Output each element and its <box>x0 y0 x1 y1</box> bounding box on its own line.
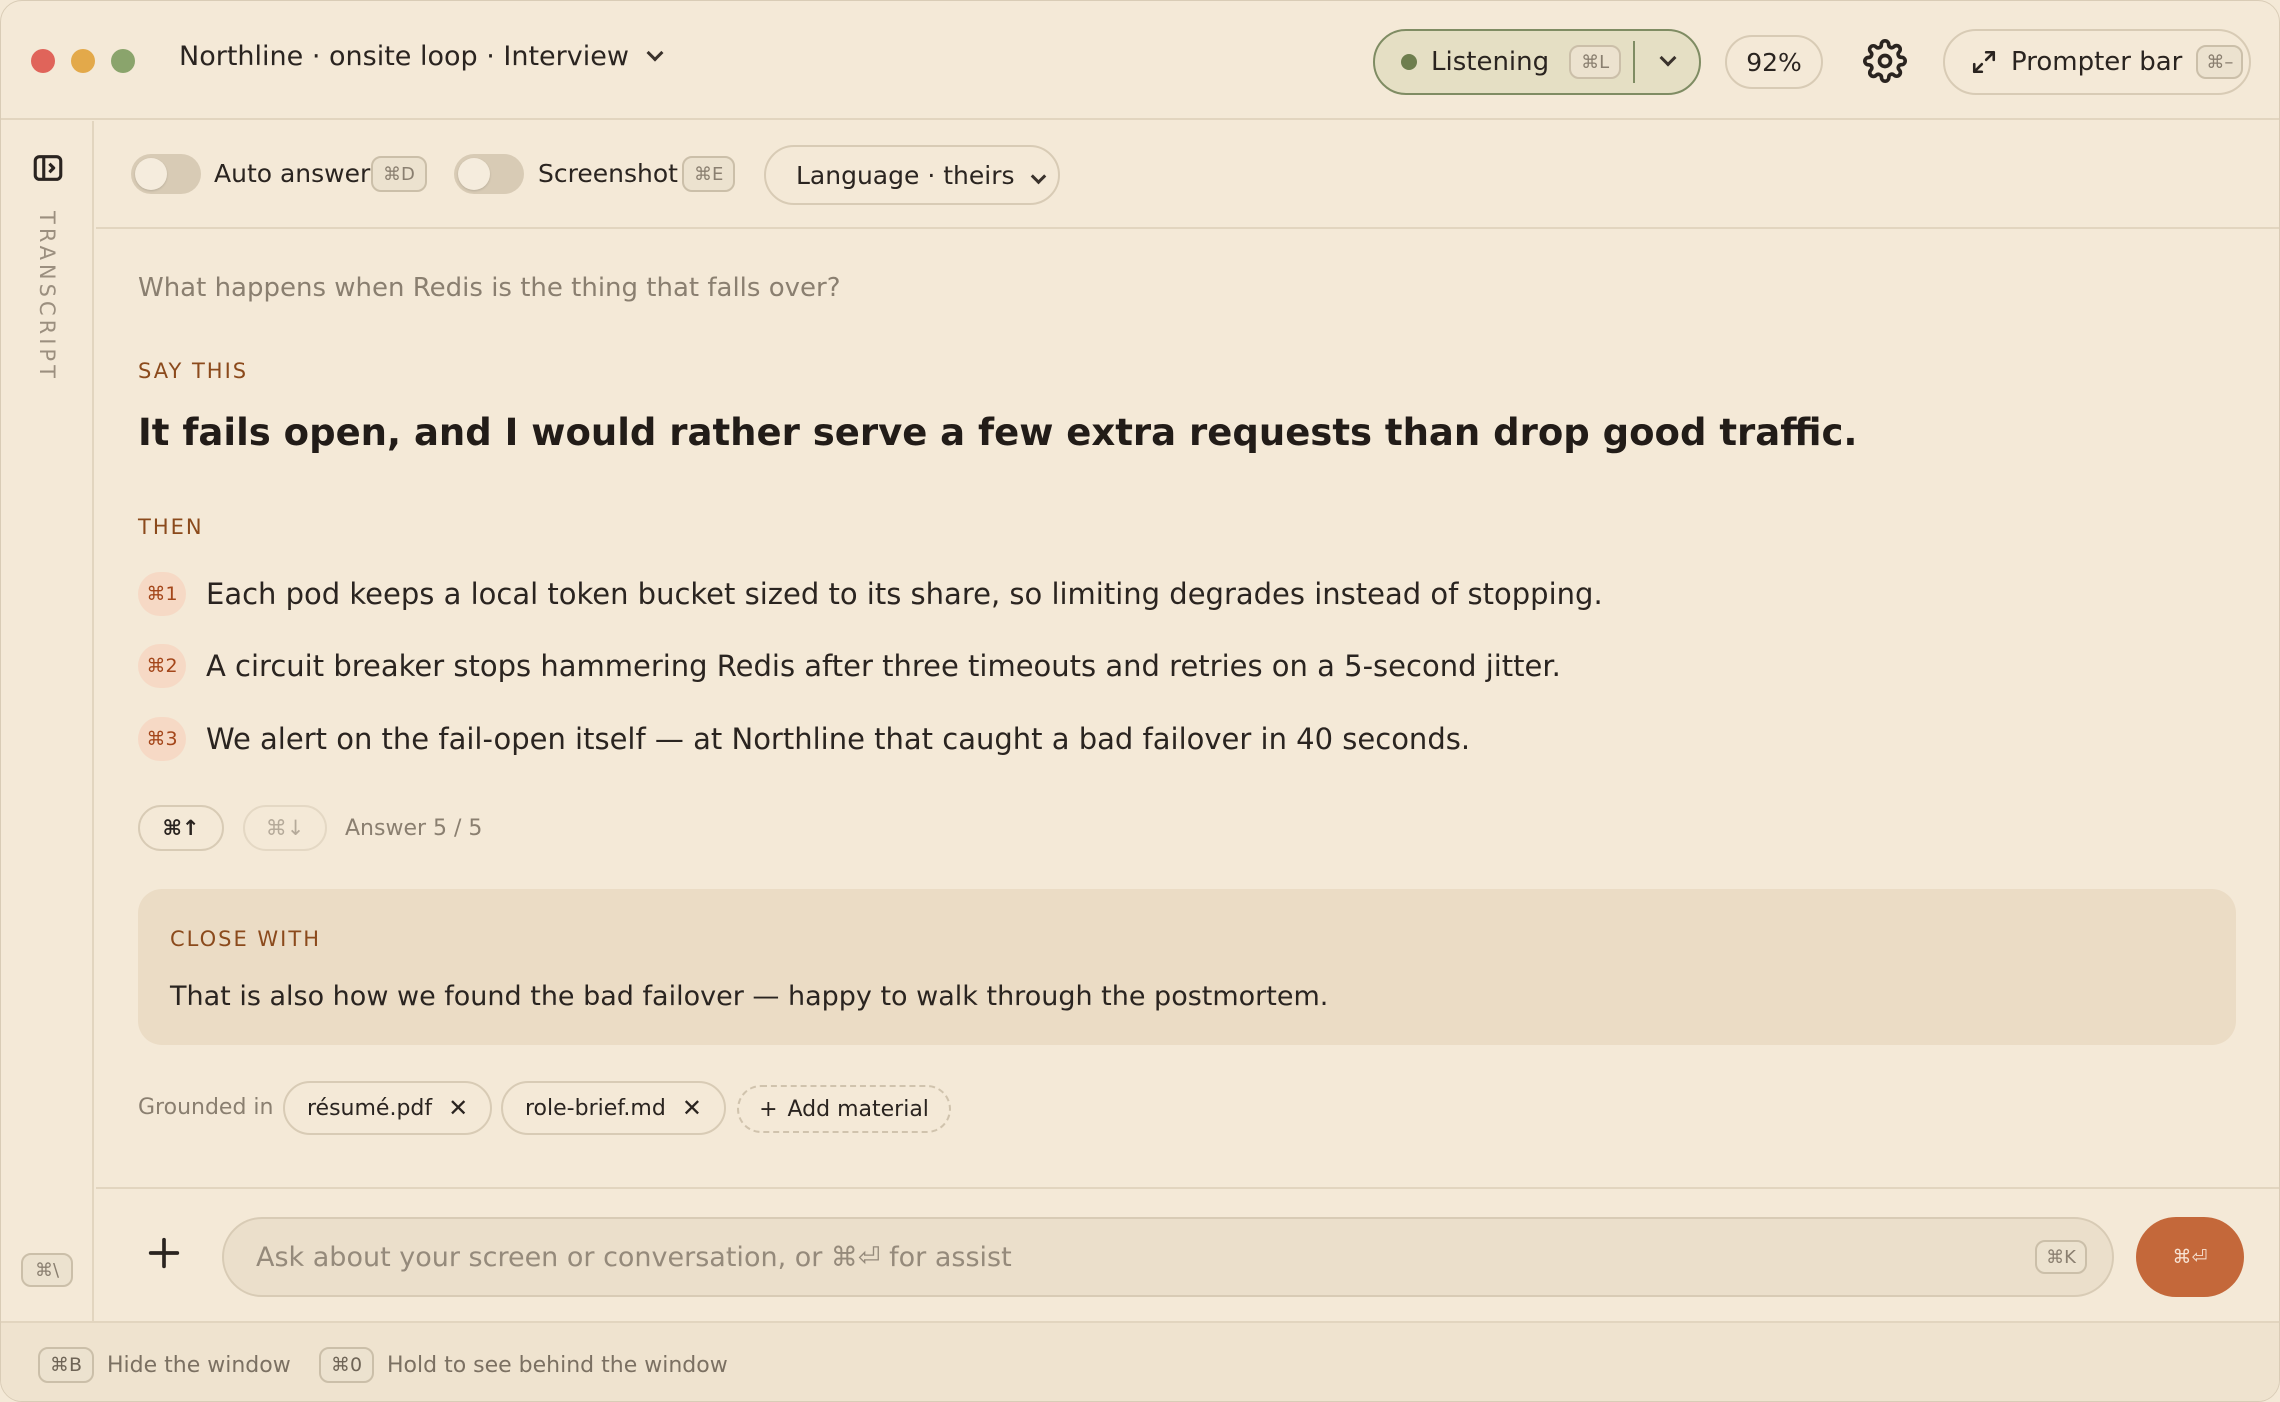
screenshot-toggle[interactable] <box>454 154 524 194</box>
detected-question: What happens when Redis is the thing tha… <box>138 273 841 303</box>
ask-input[interactable] <box>222 1217 2114 1297</box>
material-name: résumé.pdf <box>307 1095 433 1121</box>
auto-answer-toggle[interactable] <box>131 154 201 194</box>
hide-window-shortcut: ⌘B <box>38 1347 95 1383</box>
talking-point[interactable]: ⌘2 A circuit breaker stops hammering Red… <box>138 644 1561 688</box>
listening-shortcut: ⌘L <box>1569 45 1622 79</box>
screenshot-shortcut: ⌘E <box>682 156 736 192</box>
app-window: Northline · onsite loop · Interview List… <box>0 0 2280 1402</box>
material-name: role-brief.md <box>525 1095 666 1121</box>
composer: ⌘K ⌘⏎ <box>96 1187 2279 1321</box>
session-title-dropdown[interactable]: Northline · onsite loop · Interview <box>179 41 664 72</box>
plus-icon <box>148 1237 180 1269</box>
talking-point-text: Each pod keeps a local token bucket size… <box>206 577 1603 611</box>
gear-icon <box>1863 39 1907 83</box>
add-material-button[interactable]: + Add material <box>737 1085 951 1133</box>
listening-button[interactable]: Listening ⌘L <box>1375 31 1633 93</box>
peek-window-shortcut: ⌘0 <box>319 1347 375 1383</box>
transcript-tab[interactable]: TRANSCRIPT <box>35 211 59 382</box>
listening-divider <box>1633 41 1635 83</box>
plus-icon: + <box>759 1096 778 1122</box>
material-chip[interactable]: role-brief.md ✕ <box>501 1081 726 1135</box>
close-with-card: CLOSE WITH That is also how we found the… <box>138 889 2236 1045</box>
settings-button[interactable] <box>1863 39 1907 83</box>
sidebar-panel-icon <box>33 155 63 181</box>
previous-answer-button[interactable]: ⌘↑ <box>138 805 224 851</box>
hide-window-hint: Hide the window <box>107 1353 291 1378</box>
sidebar-shortcut[interactable]: ⌘\ <box>21 1253 73 1287</box>
window-close-button[interactable] <box>31 49 55 73</box>
listening-options-button[interactable] <box>1637 31 1699 93</box>
assist-send-button[interactable]: ⌘⏎ <box>2136 1217 2244 1297</box>
talking-point-text: We alert on the fail-open itself — at No… <box>206 722 1471 756</box>
talking-point[interactable]: ⌘1 Each pod keeps a local token bucket s… <box>138 572 1603 616</box>
talking-point-shortcut: ⌘1 <box>138 572 186 616</box>
talking-point-shortcut: ⌘2 <box>138 644 186 688</box>
ask-input-shortcut: ⌘K <box>2035 1240 2087 1274</box>
listening-control: Listening ⌘L <box>1373 29 1701 95</box>
chevron-down-icon <box>1030 168 1047 185</box>
grounded-in-label: Grounded in <box>138 1095 274 1120</box>
screenshot-label: Screenshot <box>538 159 678 188</box>
toggle-knob <box>458 158 490 190</box>
close-with-text: That is also how we found the bad failov… <box>170 981 1329 1012</box>
remove-material-icon[interactable]: ✕ <box>448 1094 468 1122</box>
next-answer-button[interactable]: ⌘↓ <box>243 805 327 851</box>
window-zoom-button[interactable] <box>111 49 135 73</box>
language-selected-value: Language · theirs <box>796 160 1015 190</box>
chevron-down-icon <box>1659 49 1677 67</box>
chevron-down-icon <box>646 44 664 61</box>
talking-point-text: A circuit breaker stops hammering Redis … <box>206 649 1561 683</box>
say-this-label: SAY THIS <box>138 359 249 383</box>
toolbar: Auto answer ⌘D Screenshot ⌘E Language · … <box>96 121 2279 229</box>
peek-window-hint: Hold to see behind the window <box>387 1353 728 1378</box>
add-attachment-button[interactable] <box>144 1233 184 1273</box>
talking-point-shortcut: ⌘3 <box>138 717 186 761</box>
then-label: THEN <box>138 515 204 539</box>
toggle-knob <box>135 158 167 190</box>
title-bar: Northline · onsite loop · Interview List… <box>1 1 2279 120</box>
sidebar-toggle-button[interactable] <box>31 151 65 185</box>
talking-point[interactable]: ⌘3 We alert on the fail-open itself — at… <box>138 717 1470 761</box>
footer-hints: ⌘B Hide the window ⌘0 Hold to see behind… <box>1 1321 2279 1401</box>
answer-count: Answer 5 / 5 <box>345 816 483 841</box>
session-title: Northline · onsite loop · Interview <box>179 41 629 72</box>
close-with-label: CLOSE WITH <box>170 927 321 951</box>
prompter-bar-label: Prompter bar <box>2011 47 2183 77</box>
expand-arrows-icon <box>1972 50 1996 74</box>
auto-answer-label: Auto answer <box>214 159 371 188</box>
language-select[interactable]: Language · theirs <box>764 145 1060 205</box>
prompter-bar-shortcut: ⌘– <box>2196 45 2244 79</box>
sidebar: TRANSCRIPT ⌘\ <box>1 121 94 1321</box>
auto-answer-shortcut: ⌘D <box>371 156 427 192</box>
add-material-label: Add material <box>787 1096 929 1122</box>
material-chip[interactable]: résumé.pdf ✕ <box>283 1081 493 1135</box>
window-minimize-button[interactable] <box>71 49 95 73</box>
listening-label: Listening <box>1431 47 1550 77</box>
zoom-level[interactable]: 92% <box>1725 35 1823 89</box>
listening-status-dot <box>1401 54 1417 70</box>
say-this-answer: It fails open, and I would rather serve … <box>138 411 1858 454</box>
prompter-bar-button[interactable]: Prompter bar ⌘– <box>1943 29 2251 95</box>
remove-material-icon[interactable]: ✕ <box>682 1094 702 1122</box>
